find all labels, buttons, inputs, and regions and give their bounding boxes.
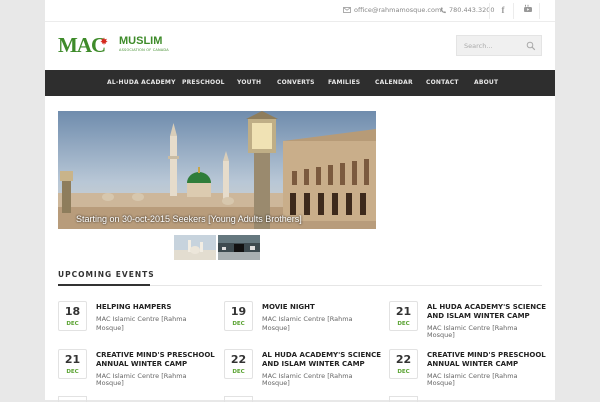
event-venue: MAC Islamic Centre [Rahma <box>262 315 353 323</box>
slider-thumbnail[interactable] <box>218 235 260 260</box>
slide-caption: Starting on 30-oct-2015 Seekers [Young A… <box>76 214 302 224</box>
event-title[interactable]: CREATIVE MIND'S PRESCHOOL ANNUAL WINTER … <box>96 351 216 369</box>
event-day: 22 <box>230 353 247 366</box>
nav-item-contact[interactable]: CONTACT <box>426 79 459 86</box>
nav-item-youth[interactable]: YOUTH <box>237 79 261 86</box>
event-date <box>389 396 418 402</box>
page: office@rahmamosque.com 780.443.3200 f MA… <box>45 0 555 402</box>
event-date <box>58 396 87 402</box>
main-nav: AL-HUDA ACADEMY PRESCHOOL YOUTH CONVERTS… <box>45 70 555 96</box>
event-venue: Mosque] <box>96 379 124 387</box>
event-date: 18 DEC <box>58 301 87 331</box>
event-date <box>224 396 253 402</box>
thumbnail-image <box>218 235 260 260</box>
nav-item-families[interactable]: FAMILIES <box>328 79 360 86</box>
event-month: DEC <box>397 369 410 375</box>
logo-muslim: MUSLIM <box>119 35 163 47</box>
event-month: DEC <box>397 321 410 327</box>
mail-icon <box>343 7 351 13</box>
phone-icon <box>440 7 446 13</box>
event-date: 22 DEC <box>389 349 418 379</box>
slider-thumbnail[interactable] <box>174 235 216 260</box>
event-venue: Mosque] <box>262 324 290 332</box>
email-text: office@rahmamosque.com <box>354 6 442 14</box>
event-item[interactable]: 22 DEC CREATIVE MIND'S PRESCHOOL ANNUAL … <box>389 349 549 389</box>
event-venue: Mosque] <box>427 331 455 339</box>
thumbnail-image <box>174 235 216 260</box>
facebook-icon[interactable]: f <box>497 4 509 16</box>
email-link[interactable]: office@rahmamosque.com <box>343 6 441 14</box>
event-date: 21 DEC <box>389 301 418 331</box>
event-venue: Mosque] <box>96 324 124 332</box>
event-title[interactable]: CREATIVE MIND'S PRESCHOOL ANNUAL WINTER … <box>427 351 547 369</box>
event-title[interactable]: HELPING HAMPERS <box>96 303 216 312</box>
upcoming-events-heading: UPCOMING EVENTS <box>58 270 155 279</box>
event-title[interactable]: AL HUDA ACADEMY'S SCIENCE AND ISLAM WINT… <box>427 303 547 321</box>
top-bar: office@rahmamosque.com 780.443.3200 f <box>45 0 555 22</box>
event-day: 21 <box>395 305 412 318</box>
topbar-divider <box>513 3 514 19</box>
search-placeholder: Search... <box>464 42 493 50</box>
event-day: 22 <box>395 353 412 366</box>
event-date: 21 DEC <box>58 349 87 379</box>
maple-leaf-icon <box>100 37 108 45</box>
logo-mac: MAC <box>58 33 106 57</box>
event-item[interactable]: 22 DEC AL HUDA ACADEMY'S SCIENCE AND ISL… <box>224 349 384 389</box>
event-date: 19 DEC <box>224 301 253 331</box>
logo-association: ASSOCIATION OF CANADA <box>119 48 169 52</box>
search-icon[interactable] <box>526 41 536 51</box>
event-venue: Mosque] <box>427 379 455 387</box>
event-month: DEC <box>66 369 79 375</box>
nav-item-al-huda-academy[interactable]: AL-HUDA ACADEMY <box>107 79 176 86</box>
event-title[interactable]: AL HUDA ACADEMY'S SCIENCE AND ISLAM WINT… <box>262 351 382 369</box>
youtube-icon[interactable] <box>522 4 534 16</box>
site-logo[interactable]: MAC MUSLIM ASSOCIATION OF CANADA <box>58 33 169 57</box>
event-venue: Mosque] <box>262 379 290 387</box>
event-venue: MAC Islamic Centre [Rahma <box>96 315 187 323</box>
event-item[interactable]: 21 DEC CREATIVE MIND'S PRESCHOOL ANNUAL … <box>58 349 218 389</box>
topbar-divider <box>539 3 540 19</box>
nav-item-about[interactable]: ABOUT <box>474 79 498 86</box>
event-item[interactable]: 19 DEC MOVIE NIGHT MAC Islamic Centre [R… <box>224 301 384 341</box>
section-divider-accent <box>58 284 150 286</box>
event-month: DEC <box>232 369 245 375</box>
image-slider[interactable]: Starting on 30-oct-2015 Seekers [Young A… <box>58 111 376 229</box>
event-item[interactable]: 21 DEC AL HUDA ACADEMY'S SCIENCE AND ISL… <box>389 301 549 341</box>
nav-item-preschool[interactable]: PRESCHOOL <box>182 79 225 86</box>
event-title[interactable]: MOVIE NIGHT <box>262 303 382 312</box>
event-item[interactable]: 18 DEC HELPING HAMPERS MAC Islamic Centr… <box>58 301 218 341</box>
event-month: DEC <box>232 321 245 327</box>
event-day: 21 <box>64 353 81 366</box>
phone-text: 780.443.3200 <box>449 6 495 14</box>
topbar-divider <box>489 3 490 19</box>
phone-link[interactable]: 780.443.3200 <box>440 6 495 14</box>
event-day: 19 <box>230 305 247 318</box>
search-box[interactable]: Search... <box>456 35 542 56</box>
event-day: 18 <box>64 305 81 318</box>
nav-item-converts[interactable]: CONVERTS <box>277 79 315 86</box>
event-date: 22 DEC <box>224 349 253 379</box>
mosque-slide-image <box>58 111 376 229</box>
nav-item-calendar[interactable]: CALENDAR <box>375 79 413 86</box>
event-month: DEC <box>66 321 79 327</box>
